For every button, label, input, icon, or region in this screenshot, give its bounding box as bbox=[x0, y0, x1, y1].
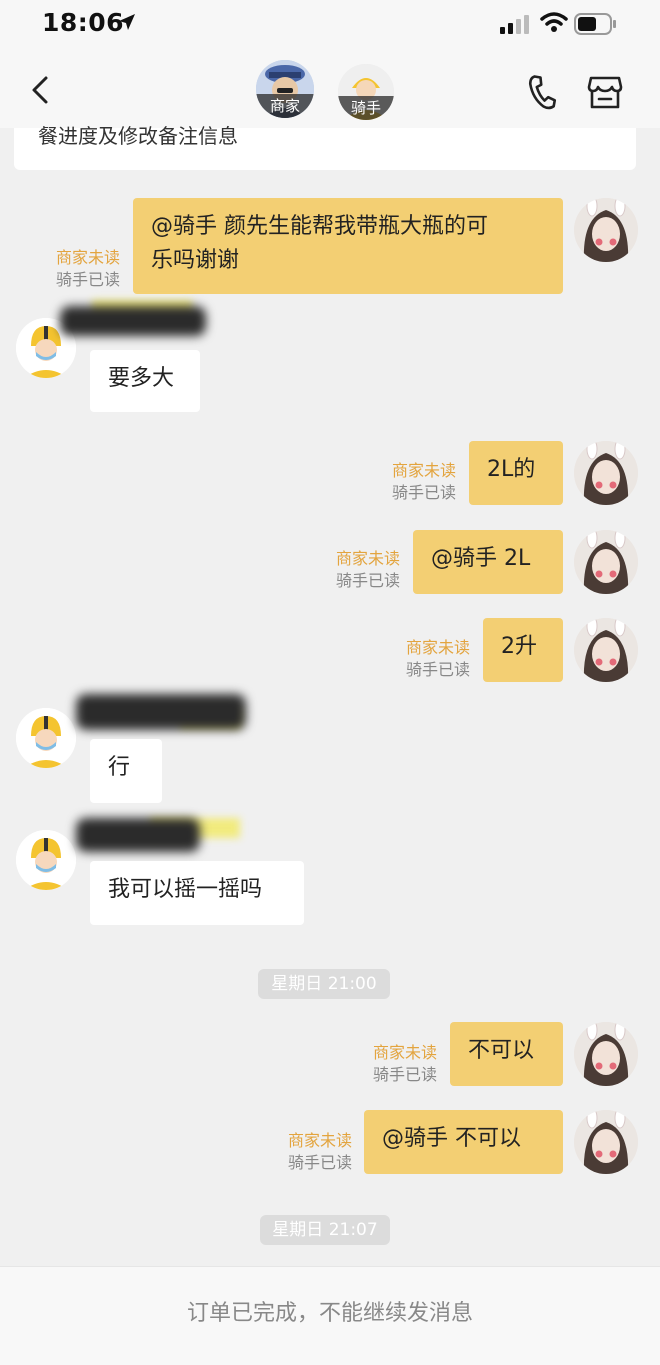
redacted-rider-name bbox=[60, 306, 206, 336]
rider-avatar[interactable] bbox=[16, 708, 76, 768]
signal-icon bbox=[500, 15, 529, 34]
read-status: 商家未读 骑手已读 bbox=[310, 548, 400, 592]
rider-avatar-header[interactable]: 骑手 bbox=[338, 64, 394, 120]
my-avatar[interactable] bbox=[574, 530, 638, 594]
message-text-line: @骑手 颜先生能帮我带瓶大瓶的可 bbox=[151, 214, 488, 239]
message-text: 不可以 bbox=[468, 1038, 535, 1063]
message-text-line: 乐吗谢谢 bbox=[151, 248, 240, 273]
read-status: 商家未读 骑手已读 bbox=[347, 1042, 437, 1086]
my-message-bubble[interactable]: @骑手 颜先生能帮我带瓶大瓶的可 乐吗谢谢 bbox=[133, 198, 563, 294]
merchant-read-status: 商家未读 bbox=[287, 1131, 352, 1150]
my-message-bubble[interactable]: @骑手 不可以 bbox=[364, 1110, 563, 1174]
rider-read-status: 骑手已读 bbox=[287, 1153, 352, 1172]
back-icon[interactable] bbox=[24, 70, 58, 110]
my-avatar[interactable] bbox=[574, 1022, 638, 1086]
redacted-rider-name bbox=[76, 694, 246, 730]
rider-avatar-image bbox=[16, 708, 76, 768]
info-card-text: 餐进度及修改备注信息 bbox=[38, 124, 238, 148]
user-avatar-image bbox=[574, 1110, 638, 1174]
my-message-bubble[interactable]: 不可以 bbox=[450, 1022, 563, 1086]
read-status: 商家未读 骑手已读 bbox=[366, 460, 456, 504]
timestamp: 星期日 21:07 bbox=[260, 1215, 390, 1245]
wifi-icon bbox=[540, 12, 568, 32]
my-message-bubble[interactable]: @骑手 2L bbox=[413, 530, 563, 594]
user-avatar-image bbox=[574, 1022, 638, 1086]
order-complete-notice: 订单已完成，不能继续发消息 bbox=[186, 1301, 473, 1326]
message-text: @骑手 不可以 bbox=[382, 1126, 521, 1151]
my-message-bubble[interactable]: 2L的 bbox=[469, 441, 563, 505]
merchant-read-status: 商家未读 bbox=[55, 248, 120, 267]
rider-tag: 骑手 bbox=[338, 96, 394, 120]
redacted-rider-name bbox=[76, 818, 200, 852]
merchant-tag: 商家 bbox=[256, 94, 314, 118]
message-text: 要多大 bbox=[108, 366, 175, 391]
rider-read-status: 骑手已读 bbox=[391, 483, 456, 502]
user-avatar-image bbox=[574, 530, 638, 594]
message-text: 2L的 bbox=[487, 457, 536, 482]
chat-footer: 订单已完成，不能继续发消息 bbox=[0, 1266, 660, 1365]
my-avatar[interactable] bbox=[574, 441, 638, 505]
chat-header: 商家 骑手 bbox=[0, 50, 660, 128]
rider-avatar[interactable] bbox=[16, 830, 76, 890]
message-text: 行 bbox=[108, 755, 131, 780]
rider-message-bubble[interactable]: 我可以摇一摇吗 bbox=[90, 861, 304, 925]
my-message-bubble[interactable]: 2升 bbox=[483, 618, 563, 682]
user-avatar-image bbox=[574, 198, 638, 262]
rider-avatar-image bbox=[16, 830, 76, 890]
phone-icon[interactable] bbox=[524, 74, 558, 110]
battery-icon bbox=[574, 13, 616, 35]
read-status: 商家未读 骑手已读 bbox=[262, 1130, 352, 1174]
my-avatar[interactable] bbox=[574, 618, 638, 682]
order-info-card: 餐进度及修改备注信息 bbox=[14, 124, 636, 170]
message-text: 我可以摇一摇吗 bbox=[108, 877, 263, 902]
status-time: 18:06 bbox=[42, 8, 125, 37]
timestamp: 星期日 21:00 bbox=[258, 969, 390, 999]
merchant-read-status: 商家未读 bbox=[405, 638, 470, 657]
my-avatar[interactable] bbox=[574, 1110, 638, 1174]
merchant-read-status: 商家未读 bbox=[372, 1043, 437, 1062]
message-text: 2升 bbox=[501, 634, 537, 659]
rider-read-status: 骑手已读 bbox=[372, 1065, 437, 1084]
merchant-read-status: 商家未读 bbox=[335, 549, 400, 568]
my-avatar[interactable] bbox=[574, 198, 638, 262]
location-arrow-icon bbox=[119, 14, 135, 30]
user-avatar-image bbox=[574, 441, 638, 505]
store-icon[interactable] bbox=[586, 74, 624, 110]
rider-read-status: 骑手已读 bbox=[405, 660, 470, 679]
rider-read-status: 骑手已读 bbox=[55, 270, 120, 289]
rider-message-bubble[interactable]: 行 bbox=[90, 739, 162, 803]
read-status: 商家未读 骑手已读 bbox=[380, 637, 470, 681]
merchant-read-status: 商家未读 bbox=[391, 461, 456, 480]
merchant-avatar[interactable]: 商家 bbox=[256, 60, 314, 118]
rider-message-bubble[interactable]: 要多大 bbox=[90, 350, 200, 412]
message-text: @骑手 2L bbox=[431, 546, 531, 571]
user-avatar-image bbox=[574, 618, 638, 682]
read-status: 商家未读 骑手已读 bbox=[30, 247, 120, 291]
rider-read-status: 骑手已读 bbox=[335, 571, 400, 590]
status-bar: 18:06 bbox=[0, 0, 660, 50]
